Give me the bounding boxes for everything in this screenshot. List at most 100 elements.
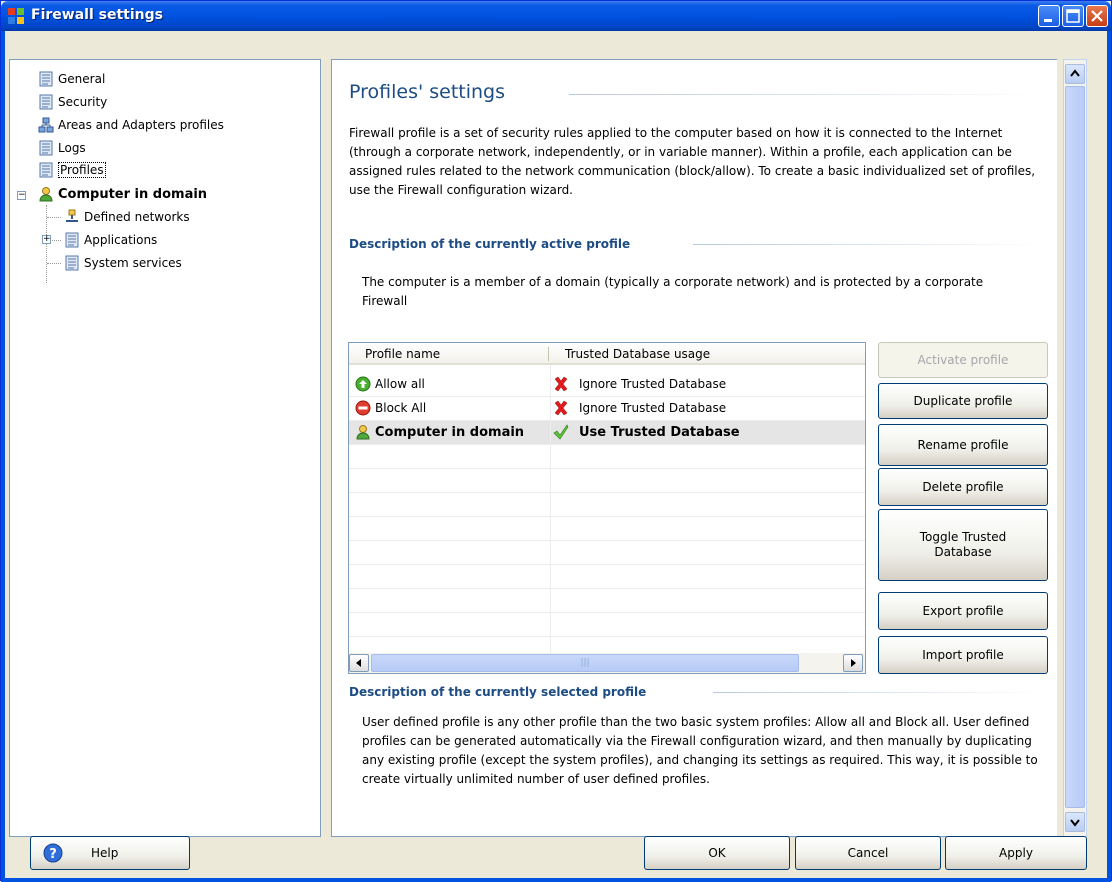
column-gridline — [550, 365, 551, 655]
tree-item-label: General — [58, 72, 106, 86]
arrow-right-icon — [851, 659, 856, 667]
tree-item-security[interactable]: Security — [38, 93, 107, 111]
table-row — [349, 565, 865, 589]
svg-text:?: ? — [49, 847, 57, 862]
column-header-profile-name[interactable]: Profile name — [365, 347, 440, 361]
delete-profile-button[interactable]: Delete profile — [878, 468, 1048, 506]
arrow-up-icon — [1070, 69, 1080, 77]
intro-text: Firewall profile is a set of security ru… — [349, 126, 1036, 197]
tree-item-label: Applications — [84, 233, 158, 247]
green-check-icon — [553, 424, 569, 440]
window-frame-bottom — [1, 878, 1111, 882]
help-button[interactable]: ? Help — [30, 836, 190, 870]
tree-item-label: Security — [58, 95, 108, 109]
maximize-button[interactable] — [1062, 5, 1084, 27]
trusted-db-value: Use Trusted Database — [579, 424, 740, 440]
arrow-left-icon — [356, 659, 361, 667]
expand-toggle[interactable]: + — [42, 235, 51, 244]
tree-item-label: Areas and Adapters profiles — [58, 118, 224, 132]
network-icon — [38, 117, 54, 133]
table-row — [349, 541, 865, 565]
profile-name-cell: Computer in domain — [355, 424, 524, 440]
scroll-right-button[interactable] — [843, 654, 863, 672]
tree-item-computer-in-domain[interactable]: Computer in domain — [38, 185, 207, 203]
heading-divider — [713, 692, 1045, 693]
tree-item-label: Defined networks — [84, 210, 190, 224]
scrollbar-thumb[interactable] — [1065, 86, 1085, 808]
toggle-trusted-database-button[interactable]: Toggle Trusted Database — [878, 509, 1048, 581]
apply-button[interactable]: Apply — [945, 836, 1087, 870]
tree-item-logs[interactable]: Logs — [38, 139, 86, 157]
window-frame-left — [1, 31, 5, 882]
window-frame-right — [1107, 31, 1111, 882]
maximize-icon — [1066, 9, 1080, 23]
table-row — [349, 517, 865, 541]
document-icon — [39, 71, 53, 87]
active-profile-description: The computer is a member of a domain (ty… — [362, 275, 984, 308]
minimize-button[interactable] — [1038, 5, 1060, 27]
cancel-button[interactable]: Cancel — [795, 836, 941, 870]
trusted-db-cell: Use Trusted Database — [553, 424, 740, 440]
table-row[interactable]: Block All Ignore Trusted Database — [349, 397, 865, 421]
red-x-icon — [554, 400, 568, 416]
document-icon — [39, 94, 53, 110]
selected-profile-heading: Description of the currently selected pr… — [349, 685, 647, 699]
firewall-icon — [8, 8, 24, 24]
profile-name: Allow all — [375, 377, 425, 391]
close-button[interactable] — [1086, 5, 1108, 27]
tree-item-defined-networks[interactable]: Defined networks — [64, 208, 190, 226]
import-profile-button[interactable]: Import profile — [878, 636, 1048, 674]
column-separator[interactable] — [548, 347, 549, 361]
panel-splitter[interactable] — [322, 59, 330, 837]
rename-profile-button[interactable]: Rename profile — [878, 424, 1048, 466]
title-divider — [569, 94, 1045, 95]
table-row — [349, 469, 865, 493]
export-profile-button[interactable]: Export profile — [878, 592, 1048, 630]
network-icon — [66, 209, 78, 222]
navigation-tree: General Security Areas and Adapters prof… — [9, 59, 321, 837]
table-header: Profile name Trusted Database usage — [349, 343, 865, 365]
trusted-db-cell: Ignore Trusted Database — [553, 376, 726, 392]
document-icon — [65, 232, 79, 248]
scroll-down-button[interactable] — [1065, 812, 1085, 832]
trusted-db-cell: Ignore Trusted Database — [553, 400, 726, 416]
document-icon — [39, 162, 53, 178]
block-icon — [355, 400, 371, 416]
table-row[interactable]: Computer in domain Use Trusted Database — [349, 421, 865, 445]
table-row — [349, 613, 865, 637]
vertical-scrollbar[interactable] — [1063, 59, 1087, 837]
selected-profile-description: User defined profile is any other profil… — [362, 715, 1038, 786]
document-icon — [39, 140, 53, 156]
active-profile-heading: Description of the currently active prof… — [349, 237, 631, 251]
tree-item-label: Logs — [58, 141, 86, 155]
table-row — [349, 493, 865, 517]
tree-item-areas-adapters[interactable]: Areas and Adapters profiles — [38, 116, 224, 134]
window-title: Firewall settings — [31, 7, 163, 23]
tree-connector — [47, 217, 61, 218]
tree-item-applications[interactable]: Applications — [64, 231, 157, 249]
close-icon — [1091, 10, 1103, 22]
profiles-table[interactable]: Profile name Trusted Database usage Allo… — [348, 342, 866, 674]
minimize-icon — [1044, 19, 1052, 22]
collapse-toggle[interactable]: − — [17, 191, 26, 200]
duplicate-profile-button[interactable]: Duplicate profile — [878, 383, 1048, 419]
scrollbar-thumb[interactable]: ||| — [371, 654, 799, 672]
column-header-trusted-db[interactable]: Trusted Database usage — [565, 347, 710, 361]
tree-item-system-services[interactable]: System services — [64, 254, 182, 272]
horizontal-scrollbar[interactable]: ||| — [349, 653, 865, 673]
activate-profile-button[interactable]: Activate profile — [878, 342, 1048, 378]
user-icon — [356, 425, 370, 440]
tree-item-label: Profiles — [58, 162, 106, 178]
heading-divider — [693, 244, 1045, 245]
table-row[interactable]: Allow all Ignore Trusted Database — [349, 373, 865, 397]
help-icon: ? — [43, 843, 63, 863]
scroll-left-button[interactable] — [349, 654, 369, 672]
firewall-settings-window: Firewall settings General Security Areas… — [0, 0, 1112, 882]
table-row — [349, 445, 865, 469]
trusted-db-value: Ignore Trusted Database — [579, 377, 727, 391]
scroll-up-button[interactable] — [1065, 64, 1085, 84]
ok-button[interactable]: OK — [644, 836, 790, 870]
tree-item-general[interactable]: General — [38, 70, 105, 88]
tree-item-profiles[interactable]: Profiles — [38, 161, 106, 179]
title-bar[interactable]: Firewall settings — [1, 1, 1111, 31]
